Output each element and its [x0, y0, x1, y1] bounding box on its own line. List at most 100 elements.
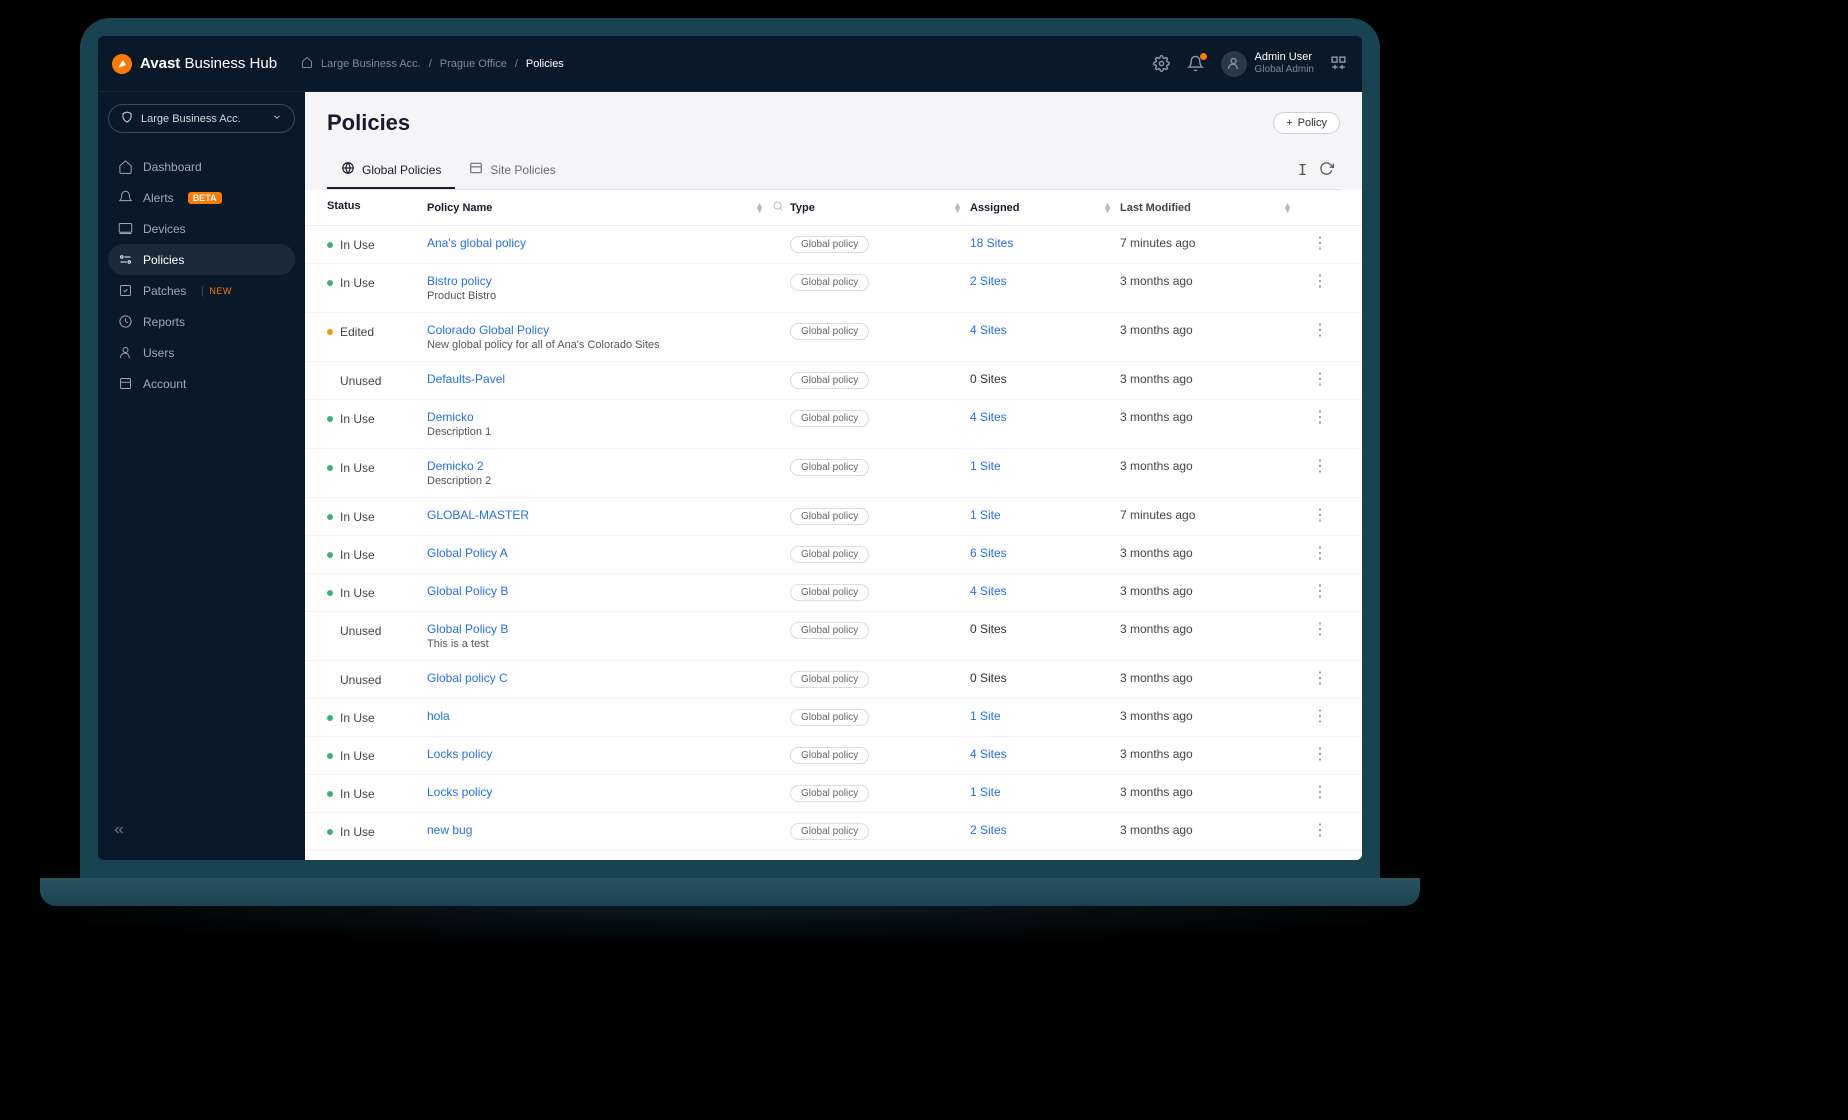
- kebab-menu-icon[interactable]: ⋮: [1312, 371, 1328, 388]
- policy-name-link[interactable]: Ana's global policy: [427, 236, 526, 250]
- app-switcher-icon[interactable]: [1330, 55, 1348, 73]
- cell-status: Unused: [327, 372, 427, 388]
- assigned-link[interactable]: 4 Sites: [970, 410, 1007, 424]
- cell-status: In Use: [327, 546, 427, 562]
- sidebar-item-account[interactable]: Account: [108, 368, 295, 399]
- policy-name-link[interactable]: Demicko: [427, 410, 474, 424]
- settings-icon[interactable]: [1153, 55, 1171, 73]
- assigned-link[interactable]: 6 Sites: [970, 546, 1007, 560]
- cell-name: Global Policy B: [427, 584, 790, 598]
- cell-name: Colorado Global Policy New global policy …: [427, 323, 790, 351]
- policy-name-link[interactable]: Demicko 2: [427, 459, 484, 473]
- breadcrumb-home[interactable]: Large Business Acc.: [321, 58, 421, 70]
- cell-name: new bug: [427, 823, 790, 837]
- sidebar-nav: DashboardAlertsBETADevicesPoliciesPatche…: [108, 151, 295, 399]
- policy-name-link[interactable]: Colorado Global Policy: [427, 323, 549, 337]
- kebab-menu-icon[interactable]: ⋮: [1312, 583, 1328, 600]
- status-dot: [327, 753, 333, 759]
- sidebar-item-patches[interactable]: PatchesNEW: [108, 275, 295, 306]
- kebab-menu-icon[interactable]: ⋮: [1312, 621, 1328, 638]
- cell-actions: ⋮: [1300, 372, 1340, 388]
- col-status[interactable]: Status: [327, 200, 427, 215]
- cell-assigned: 4 Sites: [970, 323, 1120, 337]
- assigned-link[interactable]: 4 Sites: [970, 584, 1007, 598]
- cell-actions: ⋮: [1300, 709, 1340, 725]
- tab-global-policies[interactable]: Global Policies: [327, 152, 455, 189]
- assigned-link[interactable]: 4 Sites: [970, 747, 1007, 761]
- add-policy-label: Policy: [1298, 117, 1327, 129]
- avast-icon: [112, 54, 132, 74]
- policy-name-link[interactable]: Defaults-Pavel: [427, 372, 505, 386]
- assigned-link[interactable]: 1 Site: [970, 709, 1001, 723]
- assigned-link[interactable]: 18 Sites: [970, 236, 1013, 250]
- assigned-link: 0 Sites: [970, 372, 1007, 386]
- kebab-menu-icon[interactable]: ⋮: [1312, 822, 1328, 839]
- kebab-menu-icon[interactable]: ⋮: [1312, 322, 1328, 339]
- add-policy-button[interactable]: + Policy: [1273, 112, 1340, 134]
- col-name[interactable]: Policy Name ▲▼: [427, 200, 790, 215]
- kebab-menu-icon[interactable]: ⋮: [1312, 273, 1328, 290]
- breadcrumb-mid[interactable]: Prague Office: [440, 58, 507, 70]
- sidebar-item-reports[interactable]: Reports: [108, 306, 295, 337]
- kebab-menu-icon[interactable]: ⋮: [1312, 670, 1328, 687]
- table-row: In UseAna's global policyGlobal policy18…: [305, 226, 1362, 264]
- policy-name-link[interactable]: new bug: [427, 823, 472, 837]
- assigned-link[interactable]: 4 Sites: [970, 323, 1007, 337]
- brand-text: Avast Business Hub: [140, 55, 277, 72]
- account-selector[interactable]: Large Business Acc.: [108, 104, 295, 133]
- policy-description: Description 1: [427, 426, 790, 438]
- cell-status: In Use: [327, 709, 427, 725]
- assigned-link[interactable]: 1 Site: [970, 459, 1001, 473]
- laptop-base: [40, 878, 1420, 906]
- policy-name-link[interactable]: Global Policy A: [427, 546, 508, 560]
- policy-name-link[interactable]: Global Policy B: [427, 622, 508, 636]
- main-content: Policies + Policy Global PoliciesSite Po…: [305, 92, 1362, 860]
- tab-site-policies[interactable]: Site Policies: [455, 152, 569, 189]
- col-type[interactable]: Type ▲▼: [790, 200, 970, 215]
- account-label: Large Business Acc.: [141, 113, 241, 125]
- assigned-link[interactable]: 1 Site: [970, 785, 1001, 799]
- kebab-menu-icon[interactable]: ⋮: [1312, 507, 1328, 524]
- kebab-menu-icon[interactable]: ⋮: [1312, 545, 1328, 562]
- policy-name-link[interactable]: Global Policy B: [427, 584, 508, 598]
- assigned-link[interactable]: 2 Sites: [970, 823, 1007, 837]
- policy-name-link[interactable]: Locks policy: [427, 747, 492, 761]
- sidebar-item-policies[interactable]: Policies: [108, 244, 295, 275]
- kebab-menu-icon[interactable]: ⋮: [1312, 708, 1328, 725]
- policy-name-link[interactable]: GLOBAL-MASTER: [427, 508, 529, 522]
- kebab-menu-icon[interactable]: ⋮: [1312, 235, 1328, 252]
- assigned-link[interactable]: 2 Sites: [970, 274, 1007, 288]
- table-row: In UseDemickoDescription 1Global policy4…: [305, 400, 1362, 449]
- collapse-sidebar-icon[interactable]: [112, 823, 126, 840]
- type-pill: Global policy: [790, 323, 869, 340]
- kebab-menu-icon[interactable]: ⋮: [1312, 409, 1328, 426]
- cell-assigned: 0 Sites: [970, 622, 1120, 636]
- kebab-menu-icon[interactable]: ⋮: [1312, 784, 1328, 801]
- sort-icon[interactable]: ▲▼: [1103, 203, 1120, 213]
- policy-description: New global policy for all of Ana's Color…: [427, 339, 790, 351]
- search-icon[interactable]: [772, 200, 784, 215]
- sidebar-item-alerts[interactable]: AlertsBETA: [108, 182, 295, 213]
- kebab-menu-icon[interactable]: ⋮: [1312, 746, 1328, 763]
- sort-icon[interactable]: ▲▼: [953, 203, 970, 213]
- rename-icon[interactable]: I: [1298, 161, 1307, 181]
- policy-name-link[interactable]: Bistro policy: [427, 274, 492, 288]
- policy-name-link[interactable]: hola: [427, 709, 450, 723]
- policy-name-link[interactable]: Locks policy: [427, 785, 492, 799]
- kebab-menu-icon[interactable]: ⋮: [1312, 458, 1328, 475]
- sort-icon[interactable]: ▲▼: [755, 203, 772, 213]
- sidebar-item-dashboard[interactable]: Dashboard: [108, 151, 295, 182]
- main-header: Policies + Policy Global PoliciesSite Po…: [305, 92, 1362, 190]
- cell-assigned: 0 Sites: [970, 372, 1120, 386]
- sidebar-item-devices[interactable]: Devices: [108, 213, 295, 244]
- sort-icon[interactable]: ▲▼: [1283, 203, 1300, 213]
- notifications-icon[interactable]: [1187, 55, 1205, 73]
- sidebar-item-users[interactable]: Users: [108, 337, 295, 368]
- policy-name-link[interactable]: Global policy C: [427, 671, 508, 685]
- assigned-link[interactable]: 1 Site: [970, 508, 1001, 522]
- col-modified[interactable]: Last Modified ▲▼: [1120, 200, 1300, 215]
- user-menu[interactable]: Admin User Global Admin: [1221, 51, 1314, 77]
- refresh-icon[interactable]: [1319, 161, 1334, 181]
- brand-logo[interactable]: Avast Business Hub: [112, 54, 277, 74]
- col-assigned[interactable]: Assigned ▲▼: [970, 200, 1120, 215]
